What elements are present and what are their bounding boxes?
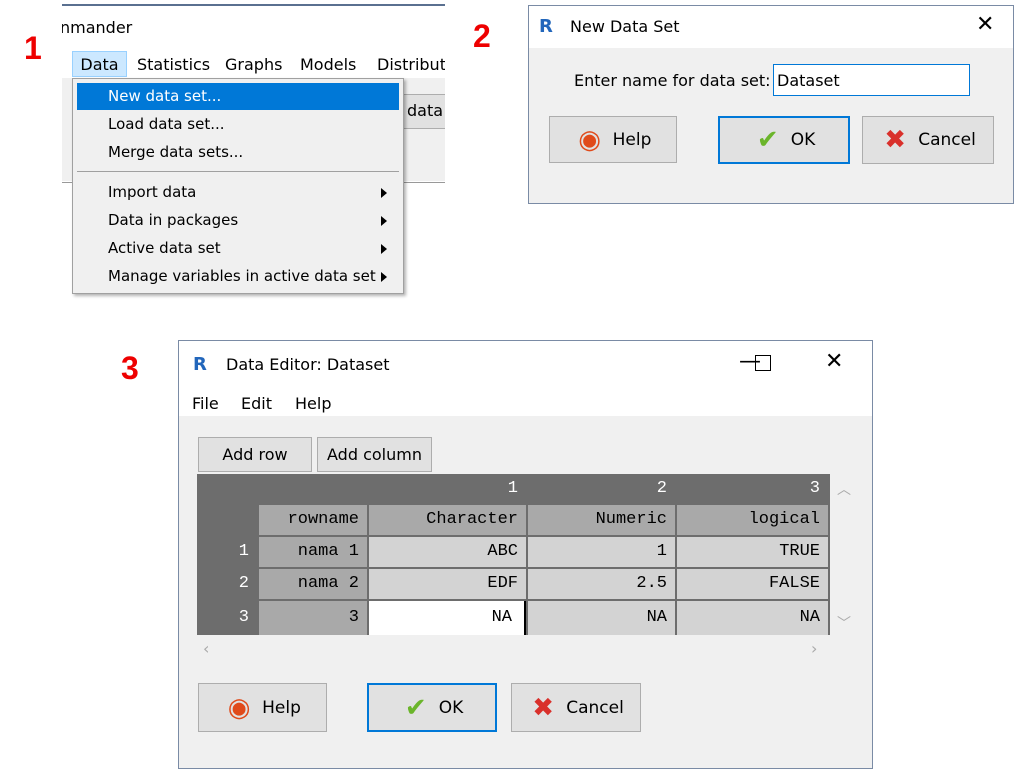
table-cell[interactable]: EDF (369, 569, 526, 599)
checkmark-icon: ✔ (404, 692, 427, 723)
r-logo-icon: R (539, 16, 553, 37)
menu-item-load-data-set[interactable]: Load data set... (77, 111, 399, 138)
dialog-title: New Data Set (570, 17, 680, 36)
table-cell-active[interactable]: NA (369, 601, 526, 635)
header-numeric[interactable]: Numeric (528, 505, 675, 535)
menu-separator (77, 171, 399, 172)
add-column-button[interactable]: Add column (317, 437, 432, 472)
help-button[interactable]: ◉ Help (549, 116, 677, 163)
r-logo-icon: R (193, 354, 207, 375)
lifebuoy-icon: ◉ (578, 124, 601, 155)
cancel-button[interactable]: ✖ Cancel (511, 683, 641, 732)
menu-help[interactable]: Help (295, 394, 331, 413)
col-number: 1 (507, 479, 518, 498)
help-button[interactable]: ◉ Help (198, 683, 327, 732)
submenu-arrow-icon (381, 272, 387, 282)
ok-button[interactable]: ✔ OK (718, 116, 850, 164)
menu-item-new-data-set[interactable]: New data set... (77, 83, 399, 110)
scroll-left-icon[interactable]: ‹ (203, 639, 209, 658)
cancel-x-icon: ✖ (884, 125, 907, 155)
table-cell[interactable]: 2.5 (528, 569, 675, 599)
menubar: Data Statistics Graphs Models Distribut (62, 50, 445, 78)
close-icon[interactable]: ✕ (825, 349, 843, 374)
menu-models[interactable]: Models (300, 55, 356, 74)
cancel-button[interactable]: ✖ Cancel (862, 116, 994, 164)
maximize-icon[interactable] (755, 355, 771, 371)
step-label-2: 2 (473, 18, 491, 54)
lifebuoy-icon: ◉ (227, 692, 251, 723)
row-name-cell[interactable]: nama 2 (259, 569, 367, 599)
ok-button[interactable]: ✔ OK (367, 683, 497, 732)
col-number: 3 (809, 479, 820, 498)
submenu-arrow-icon (381, 244, 387, 254)
menu-item-active-data-set[interactable]: Active data set (77, 235, 399, 262)
dataset-name-label: Enter name for data set: (574, 71, 771, 90)
toolbar-data-button[interactable]: data (400, 94, 445, 129)
menu-item-merge-data-sets[interactable]: Merge data sets... (77, 139, 399, 166)
menu-item-manage-variables[interactable]: Manage variables in active data set (77, 263, 399, 290)
header-character[interactable]: Character (369, 505, 526, 535)
checkmark-icon: ✔ (756, 125, 779, 155)
scroll-right-icon[interactable]: › (811, 639, 817, 658)
row-number: 3 (238, 608, 249, 627)
cancel-x-icon: ✖ (532, 692, 555, 723)
row-number: 2 (238, 574, 249, 593)
col-number: 2 (656, 479, 667, 498)
table-cell[interactable]: NA (528, 601, 675, 635)
row-name-cell[interactable]: 3 (259, 601, 367, 635)
close-icon[interactable]: ✕ (976, 12, 994, 37)
step-label-3: 3 (121, 350, 139, 386)
submenu-arrow-icon (381, 216, 387, 226)
window-title: Data Editor: Dataset (226, 355, 390, 374)
header-logical[interactable]: logical (677, 505, 828, 535)
table-cell[interactable]: NA (677, 601, 828, 635)
row-number: 1 (238, 542, 249, 561)
menu-edit[interactable]: Edit (241, 394, 272, 413)
table-cell[interactable]: TRUE (677, 537, 828, 567)
data-grid: 1 2 3 rowname Character Numeric logical … (197, 474, 830, 635)
step-label-1: 1 (24, 30, 42, 66)
table-cell[interactable]: FALSE (677, 569, 828, 599)
menu-item-import-data[interactable]: Import data (77, 179, 399, 206)
menu-graphs[interactable]: Graphs (225, 55, 282, 74)
menu-file[interactable]: File (192, 394, 219, 413)
data-dropdown-menu: New data set... Load data set... Merge d… (72, 78, 404, 294)
scroll-up-icon[interactable]: ︿ (837, 479, 851, 499)
dataset-name-input[interactable] (773, 64, 970, 96)
table-cell[interactable]: ABC (369, 537, 526, 567)
row-name-cell[interactable]: nama 1 (259, 537, 367, 567)
submenu-arrow-icon (381, 188, 387, 198)
scroll-down-icon[interactable]: ﹀ (837, 613, 851, 633)
new-data-set-dialog: R New Data Set ✕ Enter name for data set… (528, 5, 1014, 204)
menu-statistics[interactable]: Statistics (137, 55, 210, 74)
menu-data[interactable]: Data (72, 51, 127, 77)
window-title: nmander (62, 18, 133, 37)
data-editor-window: R Data Editor: Dataset — ✕ File Edit Hel… (178, 340, 873, 769)
menu-distributions[interactable]: Distribut (377, 55, 445, 74)
header-rowname[interactable]: rowname (259, 505, 367, 535)
add-row-button[interactable]: Add row (198, 437, 312, 472)
menu-item-data-in-packages[interactable]: Data in packages (77, 207, 399, 234)
table-cell[interactable]: 1 (528, 537, 675, 567)
